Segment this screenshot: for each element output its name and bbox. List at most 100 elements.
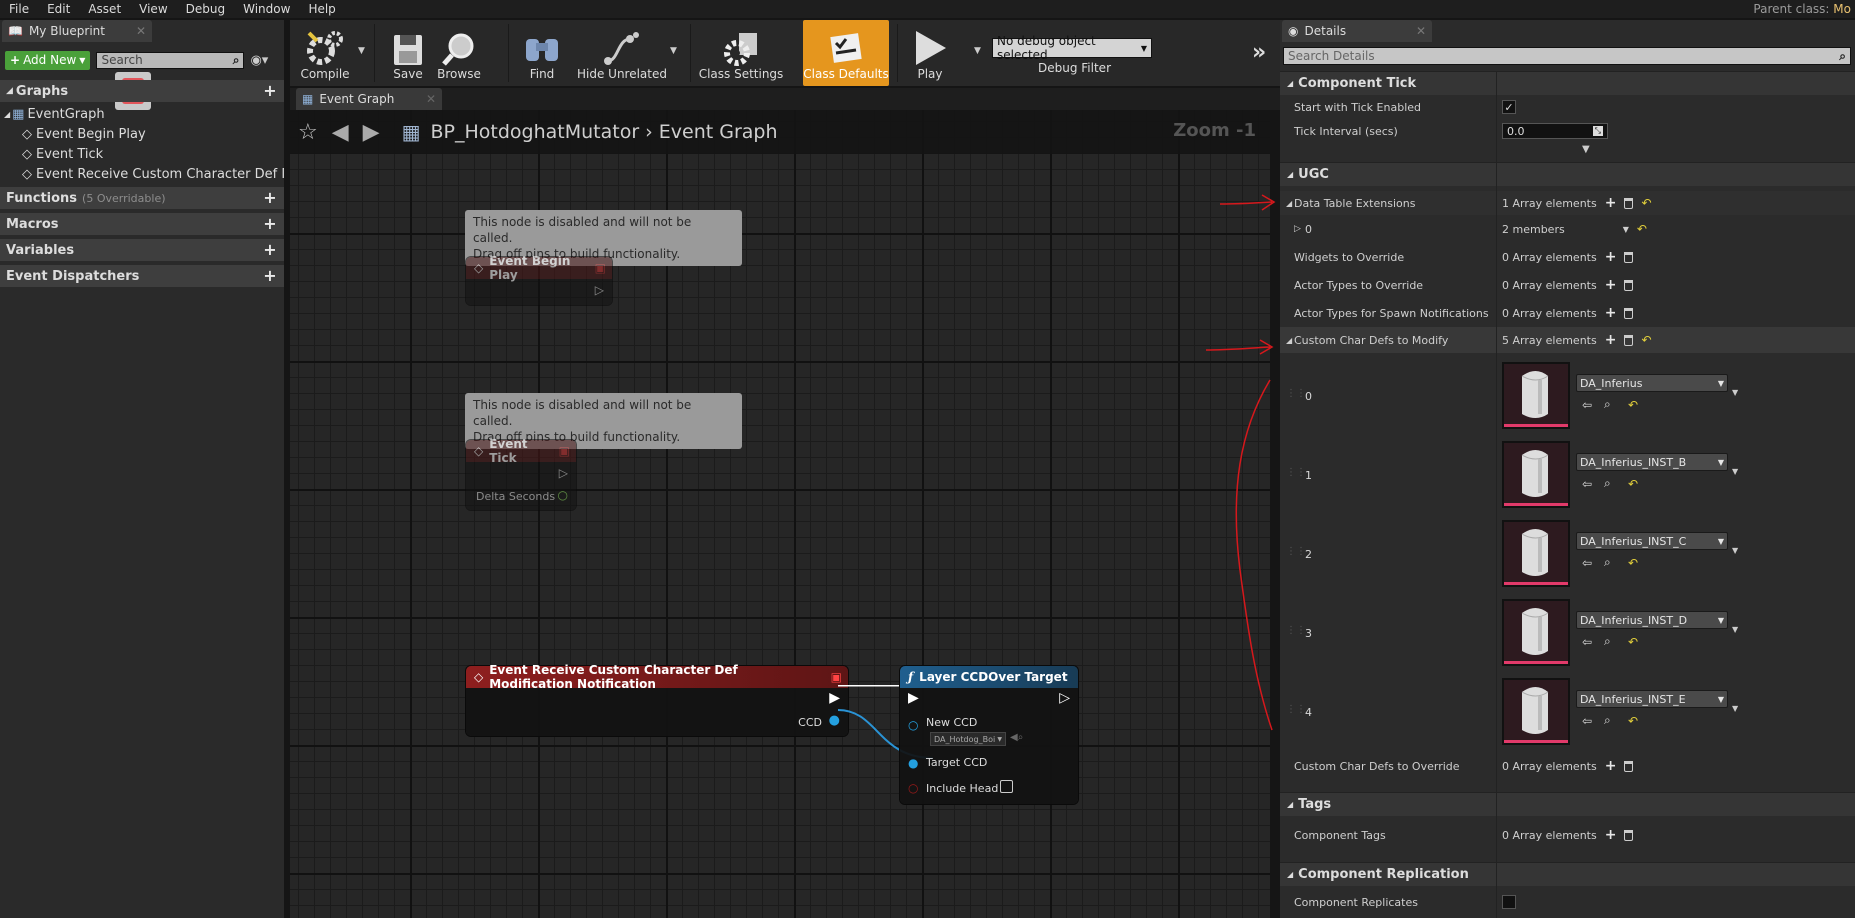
hide-unrelated-dropdown-icon[interactable]: ▼ [670, 46, 677, 56]
exec-in-pin-icon[interactable]: ▶ [908, 690, 919, 706]
layer-ccd-over-target-node[interactable]: ƒ Layer CCDOver Target ▶ ▷ ○ New CCD DA_… [900, 666, 1078, 804]
play-button[interactable]: Play [905, 20, 955, 86]
compile-dropdown-icon[interactable]: ▼ [358, 46, 365, 56]
debug-object-select[interactable]: No debug object selected ▼ [992, 34, 1152, 62]
add-function-icon[interactable]: + [262, 190, 278, 206]
find-button[interactable]: Find [515, 20, 569, 86]
macros-section[interactable]: Macros + [0, 213, 284, 235]
star-icon[interactable]: ☆ [298, 120, 318, 145]
menu-edit[interactable]: Edit [38, 2, 79, 16]
reset-to-default-icon[interactable]: ↶ [1637, 222, 1647, 236]
expand-arrow-icon[interactable]: ▷ [1294, 224, 1301, 234]
element-options-icon[interactable]: ▼ [1732, 704, 1738, 713]
add-graph-icon[interactable]: + [262, 83, 278, 99]
blueprint-search-input[interactable]: Search ⌕ [96, 51, 245, 69]
add-element-icon[interactable]: + [1605, 195, 1617, 211]
trash-icon[interactable] [1624, 307, 1634, 319]
reset-to-default-icon[interactable]: ↶ [1628, 635, 1638, 649]
menu-view[interactable]: View [130, 2, 176, 16]
exec-out-pin-icon[interactable]: ▷ [559, 466, 568, 480]
add-new-button[interactable]: + Add New ▼ [5, 50, 91, 70]
collapse-arrow-icon[interactable]: ◢ [1287, 79, 1293, 88]
add-macro-icon[interactable]: + [262, 216, 278, 232]
asset-select[interactable]: DA_Inferius_INST_D ▼ [1576, 611, 1728, 629]
breadcrumb-graph[interactable]: Event Graph [659, 121, 778, 143]
back-arrow-icon[interactable]: ◀ [332, 120, 349, 145]
browse-asset-icon[interactable]: ⌕ [1604, 476, 1611, 491]
menu-asset[interactable]: Asset [79, 2, 130, 16]
reset-to-default-icon[interactable]: ↶ [1628, 398, 1638, 412]
asset-thumbnail[interactable] [1502, 599, 1570, 666]
tree-item-begin-play[interactable]: ◇ Event Begin Play [0, 124, 284, 144]
delegate-pin-icon[interactable]: ▣ [595, 261, 606, 275]
collapse-arrow-icon[interactable]: ◢ [4, 110, 10, 119]
add-variable-icon[interactable]: + [262, 242, 278, 258]
object-pin-icon[interactable]: ● [908, 756, 918, 770]
chevron-down-icon[interactable]: ▼ [1623, 225, 1629, 234]
trash-icon[interactable] [1624, 334, 1634, 346]
class-settings-button[interactable]: Class Settings [698, 20, 784, 86]
asset-thumbnail[interactable] [1502, 678, 1570, 745]
category-component-replication[interactable]: ◢ Component Replication [1280, 862, 1855, 886]
tree-item-tick[interactable]: ◇ Event Tick [0, 144, 284, 164]
asset-select[interactable]: DA_Inferius_INST_E ▼ [1576, 690, 1728, 708]
close-icon[interactable]: ✕ [136, 24, 146, 38]
browse-asset-icon[interactable]: ⌕ [1604, 713, 1611, 728]
save-button[interactable]: Save [388, 20, 428, 86]
menu-file[interactable]: File [0, 2, 38, 16]
element-options-icon[interactable]: ▼ [1732, 467, 1738, 476]
add-element-icon[interactable]: + [1605, 758, 1617, 774]
play-dropdown-icon[interactable]: ▼ [974, 46, 981, 56]
exec-out-pin-icon[interactable]: ▷ [1059, 690, 1070, 706]
category-ugc[interactable]: ◢ UGC [1280, 162, 1855, 186]
include-head-checkbox[interactable] [1000, 780, 1013, 793]
add-element-icon[interactable]: + [1605, 277, 1617, 293]
details-search-input[interactable]: Search Details ⌕ [1283, 47, 1851, 65]
category-component-tick[interactable]: ◢ Component Tick [1280, 71, 1855, 95]
collapse-arrow-icon[interactable]: ◢ [1287, 800, 1293, 809]
details-tab[interactable]: ◉ Details ✕ [1282, 20, 1432, 42]
hide-unrelated-button[interactable]: Hide Unrelated [572, 20, 672, 86]
delegate-pin-icon[interactable]: ▣ [559, 444, 570, 458]
use-selected-arrow-icon[interactable]: ⇦ [1582, 714, 1592, 728]
collapse-arrow-icon[interactable]: ◢ [1287, 170, 1293, 179]
trash-icon[interactable] [1624, 760, 1634, 772]
trash-icon[interactable] [1624, 197, 1634, 209]
reset-to-default-icon[interactable]: ↶ [1641, 196, 1651, 210]
tree-item-receive-ccd[interactable]: ◇ Event Receive Custom Character Def Mo [0, 164, 284, 184]
graph-list-icon[interactable]: ▦ [402, 120, 421, 144]
my-blueprint-tab[interactable]: 📖 My Blueprint ✕ [2, 20, 152, 42]
browse-asset-icon[interactable]: ⌕ [1604, 555, 1611, 570]
dispatchers-section[interactable]: Event Dispatchers + [0, 265, 284, 287]
trash-icon[interactable] [1624, 279, 1634, 291]
add-dispatcher-icon[interactable]: + [262, 268, 278, 284]
category-tags[interactable]: ◢ Tags [1280, 792, 1855, 816]
asset-thumbnail[interactable] [1502, 362, 1570, 429]
drag-handle-icon[interactable]: ⤡ [1592, 126, 1603, 136]
event-begin-play-node[interactable]: ◇ Event Begin Play ▣ ▷ [466, 254, 612, 305]
class-defaults-button[interactable]: Class Defaults [803, 20, 889, 86]
collapse-arrow-icon[interactable]: ◢ [6, 86, 13, 96]
element-options-icon[interactable]: ▼ [1732, 388, 1738, 397]
use-selected-arrow-icon[interactable]: ⇦ [1582, 635, 1592, 649]
bool-pin-icon[interactable]: ○ [908, 781, 918, 795]
trash-icon[interactable] [1624, 251, 1634, 263]
browse-button[interactable]: Browse [433, 20, 485, 86]
advanced-expand-icon[interactable]: ▼ [1582, 144, 1590, 155]
variables-section[interactable]: Variables + [0, 239, 284, 261]
element-options-icon[interactable]: ▼ [1732, 625, 1738, 634]
exec-out-pin-icon[interactable]: ▷ [595, 283, 604, 297]
parent-class-value[interactable]: Mo [1833, 2, 1851, 16]
forward-arrow-icon[interactable]: ▶ [363, 120, 380, 145]
add-element-icon[interactable]: + [1605, 249, 1617, 265]
use-selected-arrow-icon[interactable]: ⇦ [1582, 398, 1592, 412]
use-selected-arrow-icon[interactable]: ⇦ [1582, 556, 1592, 570]
asset-select[interactable]: DA_Inferius_INST_C ▼ [1576, 532, 1728, 550]
eye-icon[interactable]: ◉▾ [250, 53, 268, 68]
breadcrumb-blueprint[interactable]: BP_HotdoghatMutator [430, 121, 639, 143]
compile-button[interactable]: Compile [294, 20, 356, 86]
asset-select[interactable]: DA_Inferius ▼ [1576, 374, 1728, 392]
reset-to-default-icon[interactable]: ↶ [1628, 477, 1638, 491]
reset-to-default-icon[interactable]: ↶ [1628, 556, 1638, 570]
browse-asset-icon[interactable]: ⌕ [1604, 634, 1611, 649]
